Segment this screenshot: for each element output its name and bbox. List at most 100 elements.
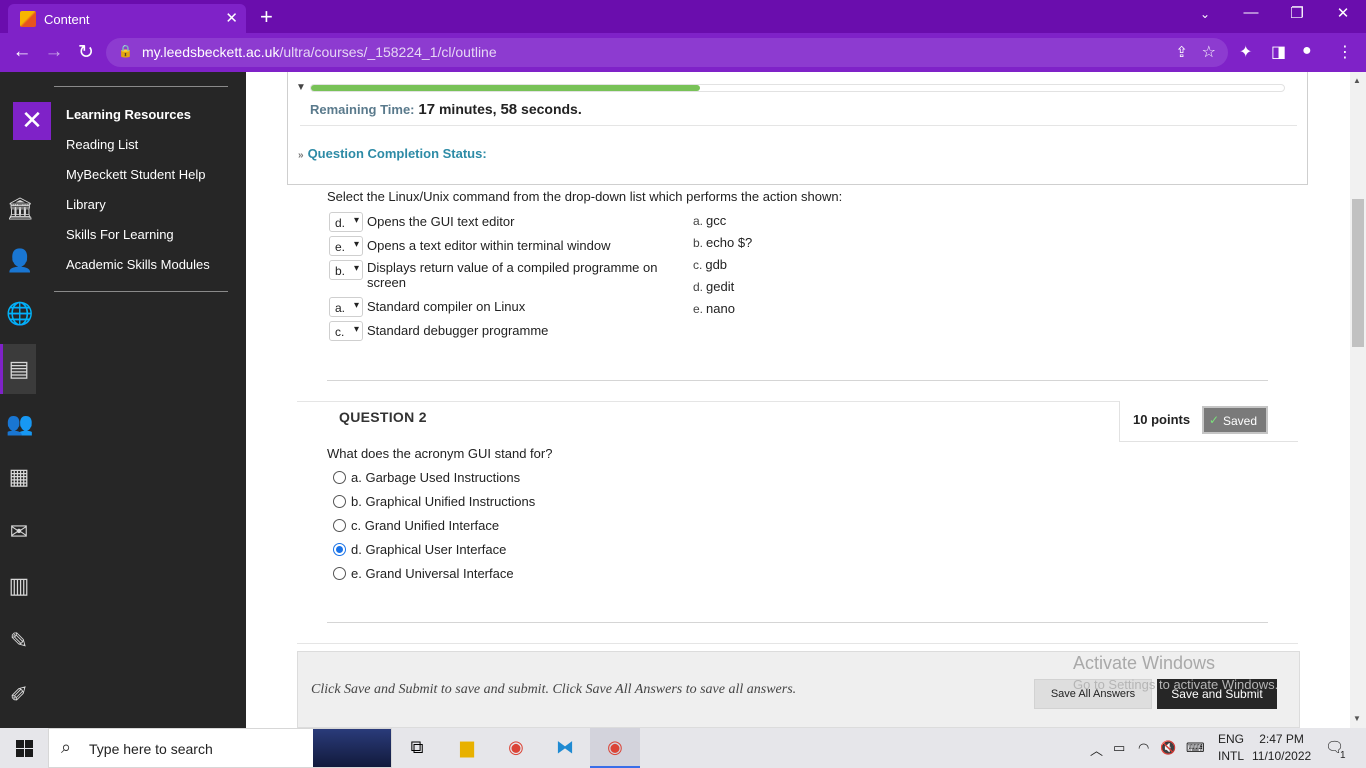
question3-header-line: [297, 643, 1298, 644]
radio-button[interactable]: [333, 519, 346, 532]
calendar-icon[interactable]: ▦: [6, 464, 32, 490]
address-toolbar: ← → ↻ 🔒 my.leedsbeckett.ac.uk/ultra/cour…: [0, 33, 1366, 72]
taskbar-search[interactable]: ⌕ Type here to search: [48, 728, 392, 768]
close-tab-icon[interactable]: ✕: [225, 9, 238, 27]
bookmark-star-icon[interactable]: ☆: [1202, 42, 1216, 62]
forward-button[interactable]: →: [42, 41, 66, 63]
q1-answer-d: d. gedit: [693, 279, 735, 294]
restore-button[interactable]: ❐: [1282, 4, 1312, 22]
battery-icon[interactable]: ▭: [1113, 740, 1125, 756]
globe-icon[interactable]: 🌐: [6, 301, 33, 327]
flyout-divider-top: [54, 86, 228, 87]
tray-chevron-icon[interactable]: ︿: [1090, 740, 1103, 759]
radio-button[interactable]: [333, 567, 346, 580]
time-progress-fill: [311, 85, 701, 91]
chevron-down-icon: ▾: [353, 215, 359, 226]
minimize-button[interactable]: —: [1236, 4, 1266, 21]
share-icon[interactable]: ⇪: [1175, 43, 1188, 61]
chevron-down-icon: ▾: [353, 263, 359, 274]
menu-icon[interactable]: ⋮: [1337, 42, 1353, 62]
radio-button-selected[interactable]: [333, 543, 346, 556]
wifi-icon[interactable]: ◠: [1138, 740, 1149, 756]
windows-start-icon[interactable]: [16, 740, 33, 757]
q1-item3-text: Displays return value of a compiled prog…: [367, 260, 658, 290]
q1-item1-text: Opens the GUI text editor: [367, 214, 515, 229]
timer-panel: ▼ Remaining Time: 17 minutes, 58 seconds…: [287, 72, 1308, 185]
q1-answer-e: e. nano: [693, 301, 735, 316]
lock-icon: 🔒: [118, 44, 133, 58]
q1-item4-select[interactable]: a. ▾: [329, 297, 363, 317]
courses-icon[interactable]: ▤: [6, 356, 32, 382]
q1-item5-text: Standard debugger programme: [367, 323, 549, 338]
chevron-down-icon: ▾: [353, 300, 359, 311]
url-bar[interactable]: 🔒 my.leedsbeckett.ac.uk/ultra/courses/_1…: [106, 38, 1228, 67]
vscode-icon[interactable]: ⧓: [553, 737, 577, 759]
collapse-caret-icon[interactable]: ▼: [296, 82, 306, 93]
question-completion-status[interactable]: » Question Completion Status:: [298, 146, 487, 161]
flyout-library[interactable]: Library: [66, 197, 106, 212]
flyout-reading-list[interactable]: Reading List: [66, 137, 138, 152]
radio-button[interactable]: [333, 471, 346, 484]
q1-item3-select[interactable]: b. ▾: [329, 260, 363, 280]
scroll-down-icon[interactable]: ▼: [1353, 714, 1361, 723]
test-content: ▼ Remaining Time: 17 minutes, 58 seconds…: [246, 72, 1350, 728]
activate-windows-watermark: Activate Windows: [1073, 653, 1216, 673]
url-text: my.leedsbeckett.ac.uk/ultra/courses/_158…: [142, 44, 497, 60]
notification-count: 1: [1340, 750, 1346, 761]
reload-button[interactable]: ↻: [74, 41, 98, 64]
nav-rail: 🏛 👤 🌐 ▤ 👥 ▦ ✉ ▥ ✎ ✐: [0, 72, 36, 728]
question2-text: What does the acronym GUI stand for?: [327, 446, 553, 461]
profile-icon[interactable]: 👤: [6, 248, 33, 274]
q1-item5-select[interactable]: c. ▾: [329, 321, 363, 341]
institution-icon[interactable]: 🏛: [6, 196, 34, 222]
keyboard-icon[interactable]: ⌨: [1186, 740, 1205, 756]
tab-search-icon[interactable]: ⌄: [1190, 7, 1220, 21]
q1-item4-text: Standard compiler on Linux: [367, 299, 526, 314]
saved-badge: ✓ Saved: [1202, 406, 1268, 434]
system-clock[interactable]: 2:47 PM 11/10/2022: [1252, 731, 1311, 765]
q1-answer-b: b. echo $?: [693, 235, 753, 250]
file-explorer-icon[interactable]: ▆: [455, 737, 479, 759]
question2-points-box: 10 points ✓ Saved: [1119, 401, 1298, 442]
scroll-thumb[interactable]: [1352, 199, 1364, 347]
volume-muted-icon[interactable]: 🔇: [1160, 740, 1176, 756]
grades-icon[interactable]: ▥: [6, 573, 32, 599]
flyout-academic-skills[interactable]: Academic Skills Modules: [66, 257, 210, 272]
edit-icon[interactable]: ✐: [6, 682, 32, 708]
windows-taskbar: ⌕ Type here to search ⧉ ▆ ◉ ⧓ ◉ ︿ ▭ ◠ 🔇 …: [0, 728, 1366, 768]
flyout-learning-resources[interactable]: Learning Resources: [66, 107, 191, 122]
question-divider: [327, 622, 1268, 623]
profile-icon[interactable]: ●: [1302, 42, 1312, 60]
task-view-icon[interactable]: ⧉: [405, 737, 429, 759]
q1-item2-text: Opens a text editor within terminal wind…: [367, 238, 611, 253]
flyout-student-help[interactable]: MyBeckett Student Help: [66, 167, 205, 182]
q1-item1-select[interactable]: d. ▾: [329, 212, 363, 232]
time-progress-bar: [310, 84, 1285, 92]
page-scrollbar[interactable]: ▲ ▼: [1350, 72, 1366, 728]
close-flyout-button[interactable]: ✕: [13, 102, 51, 140]
browser-tab[interactable]: Content ✕: [8, 4, 246, 33]
question2-points: 10 points: [1133, 412, 1191, 427]
browser-tab-bar: Content ✕ + ⌄ — ❐ ✕: [0, 0, 1366, 33]
scroll-up-icon[interactable]: ▲: [1353, 76, 1361, 85]
chrome-icon[interactable]: ◉: [504, 737, 528, 759]
messages-icon[interactable]: ✉: [6, 519, 32, 545]
radio-button[interactable]: [333, 495, 346, 508]
extensions-icon[interactable]: ✦: [1239, 42, 1252, 62]
chrome-profile-icon[interactable]: ◉: [603, 737, 627, 759]
back-button[interactable]: ←: [10, 41, 34, 63]
question-divider: [327, 380, 1268, 381]
side-panel-icon[interactable]: ◨: [1271, 42, 1286, 62]
q1-item2-select[interactable]: e. ▾: [329, 236, 363, 256]
flyout-skills-for-learning[interactable]: Skills For Learning: [66, 227, 174, 242]
input-language[interactable]: ENG INTL: [1218, 731, 1244, 765]
groups-icon[interactable]: 👥: [6, 411, 33, 437]
tools-icon[interactable]: ✎: [6, 628, 32, 654]
flyout-divider-bottom: [54, 291, 228, 292]
close-window-button[interactable]: ✕: [1328, 4, 1358, 22]
new-tab-button[interactable]: +: [260, 4, 273, 30]
check-icon: ✓: [1209, 413, 1220, 427]
q1-answer-a: a. gcc: [693, 213, 727, 228]
remaining-time: Remaining Time: 17 minutes, 58 seconds.: [310, 101, 582, 118]
chevron-down-icon: ▾: [353, 239, 359, 250]
